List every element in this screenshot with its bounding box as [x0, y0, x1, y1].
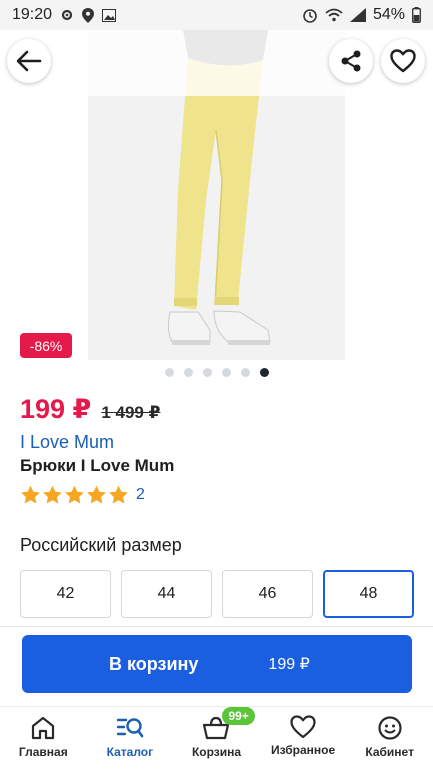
star-icon [109, 485, 128, 504]
status-bar: 19:20 54% [0, 0, 433, 30]
gallery-dot[interactable] [164, 368, 174, 377]
share-button[interactable] [329, 39, 373, 83]
gallery-indicator [0, 368, 433, 377]
gallery-dot[interactable] [183, 368, 193, 377]
nav-label: Корзина [191, 745, 242, 759]
nav-label: Избранное [270, 743, 336, 757]
wifi-icon [325, 8, 343, 22]
signal-icon [349, 8, 366, 22]
nav-label: Кабинет [365, 745, 414, 759]
status-time: 19:20 [12, 6, 53, 23]
nav-account[interactable]: Кабинет [346, 707, 433, 770]
brand-link[interactable]: I Love Mum [20, 432, 114, 453]
home-icon [32, 716, 55, 740]
divider [0, 626, 433, 627]
product-title: Брюки I Love Mum [20, 456, 175, 475]
alarm-icon [303, 9, 317, 23]
star-icon [43, 485, 62, 504]
nav-label: Главная [18, 745, 68, 759]
gallery-dot-active[interactable] [259, 368, 269, 377]
add-to-cart-button[interactable]: В корзину 199 ₽ [22, 635, 412, 693]
location-icon [82, 7, 95, 23]
smiley-icon [378, 716, 402, 740]
battery-percent: 54% [372, 6, 405, 23]
heart-icon [390, 49, 416, 73]
size-option-42[interactable]: 42 [20, 570, 111, 618]
star-icon [65, 485, 84, 504]
nav-home[interactable]: Главная [0, 707, 87, 770]
size-option-46[interactable]: 46 [222, 570, 313, 618]
current-price: 199 ₽ [20, 394, 92, 424]
back-arrow-icon [16, 50, 42, 72]
bottom-nav: Главная Каталог 99+ Корзина Избранное Ка… [0, 706, 433, 770]
size-selector: 42 44 46 48 [20, 570, 414, 618]
nav-label: Каталог [106, 745, 154, 759]
star-icon [21, 485, 40, 504]
battery-icon [412, 7, 421, 23]
gallery-dot[interactable] [240, 368, 250, 377]
favorite-button[interactable] [381, 39, 425, 83]
size-option-48[interactable]: 48 [323, 570, 414, 618]
back-button[interactable] [7, 39, 51, 83]
rating[interactable]: 2 [20, 485, 145, 505]
gear-icon [61, 9, 73, 21]
nav-cart[interactable]: 99+ Корзина [173, 707, 260, 770]
size-label: Российский размер [20, 535, 182, 555]
size-option-44[interactable]: 44 [121, 570, 212, 618]
catalog-search-icon [116, 718, 144, 738]
share-icon [341, 50, 361, 72]
price-row: 199 ₽ 1 499 ₽ [20, 394, 160, 425]
nav-favorites[interactable]: Избранное [260, 707, 347, 770]
gallery-dot[interactable] [221, 368, 231, 377]
old-price: 1 499 ₽ [101, 403, 161, 422]
image-icon [102, 8, 117, 22]
reviews-count[interactable]: 2 [136, 486, 145, 504]
gallery-dot[interactable] [202, 368, 212, 377]
discount-badge: -86% [20, 333, 72, 358]
star-icon [87, 485, 106, 504]
nav-catalog[interactable]: Каталог [87, 707, 174, 770]
heart-icon [290, 715, 316, 739]
add-to-cart-label: В корзину [109, 653, 199, 674]
cart-count-badge: 99+ [222, 707, 255, 725]
add-to-cart-sum: 199 ₽ [268, 656, 310, 673]
